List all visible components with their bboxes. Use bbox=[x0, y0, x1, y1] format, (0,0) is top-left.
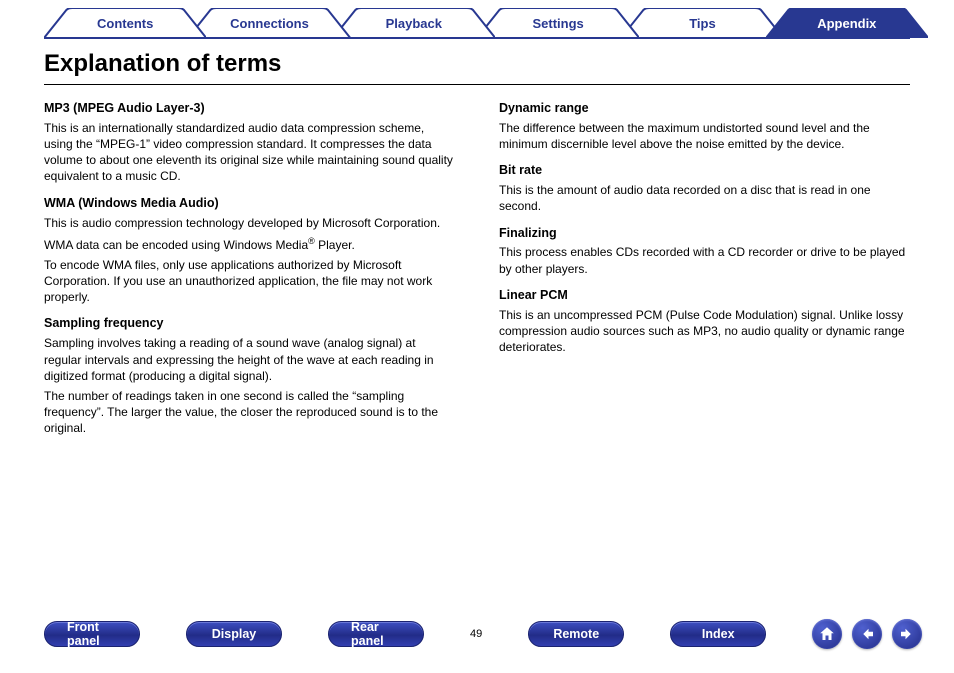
term-paragraph: The number of readings taken in one seco… bbox=[44, 388, 455, 437]
tab-playback[interactable]: Playback bbox=[333, 8, 495, 38]
left-column: MP3 (MPEG Audio Layer-3) This is an inter… bbox=[44, 100, 455, 440]
term-paragraph: WMA data can be encoded using Windows Me… bbox=[44, 235, 455, 253]
tab-label: Tips bbox=[621, 8, 783, 38]
term-title: Bit rate bbox=[499, 162, 910, 179]
tab-label: Appendix bbox=[766, 8, 928, 38]
home-icon[interactable] bbox=[812, 619, 842, 649]
term-paragraph: This is an internationally standardized … bbox=[44, 120, 455, 185]
term-paragraph: This is the amount of audio data recorde… bbox=[499, 182, 910, 214]
remote-button[interactable]: Remote bbox=[528, 621, 624, 647]
term-title: Dynamic range bbox=[499, 100, 910, 117]
term-title: WMA (Windows Media Audio) bbox=[44, 195, 455, 212]
tab-contents[interactable]: Contents bbox=[44, 8, 206, 38]
term-title: Finalizing bbox=[499, 225, 910, 242]
tab-connections[interactable]: Connections bbox=[188, 8, 350, 38]
display-button[interactable]: Display bbox=[186, 621, 282, 647]
tab-label: Connections bbox=[188, 8, 350, 38]
tab-label: Settings bbox=[477, 8, 639, 38]
bottom-left-pills: Front panel Display Rear panel bbox=[44, 621, 470, 647]
right-column: Dynamic range The difference between the … bbox=[499, 100, 910, 440]
top-tabs: ContentsConnectionsPlaybackSettingsTipsA… bbox=[44, 8, 910, 38]
tab-label: Playback bbox=[333, 8, 495, 38]
tab-tips[interactable]: Tips bbox=[621, 8, 783, 38]
nav-icons bbox=[812, 619, 922, 649]
term-paragraph: To encode WMA files, only use applicatio… bbox=[44, 257, 455, 306]
tab-label: Contents bbox=[44, 8, 206, 38]
tab-appendix[interactable]: Appendix bbox=[766, 8, 928, 38]
page-title: Explanation of terms bbox=[44, 50, 910, 85]
front-panel-button[interactable]: Front panel bbox=[44, 621, 140, 647]
index-button[interactable]: Index bbox=[670, 621, 766, 647]
term-paragraph: Sampling involves taking a reading of a … bbox=[44, 335, 455, 384]
term-paragraph: This is an uncompressed PCM (Pulse Code … bbox=[499, 307, 910, 356]
page-number: 49 bbox=[470, 628, 482, 640]
tab-settings[interactable]: Settings bbox=[477, 8, 639, 38]
term-title: Sampling frequency bbox=[44, 315, 455, 332]
term-title: MP3 (MPEG Audio Layer-3) bbox=[44, 100, 455, 117]
term-paragraph: This is audio compression technology dev… bbox=[44, 215, 455, 231]
rear-panel-button[interactable]: Rear panel bbox=[328, 621, 424, 647]
bottom-right-pills: Remote Index bbox=[528, 621, 812, 647]
arrow-left-icon[interactable] bbox=[852, 619, 882, 649]
bottom-bar: Front panel Display Rear panel 49 Remote In… bbox=[44, 617, 910, 651]
term-paragraph: The difference between the maximum undis… bbox=[499, 120, 910, 152]
term-title: Linear PCM bbox=[499, 287, 910, 304]
term-paragraph: This process enables CDs recorded with a… bbox=[499, 244, 910, 276]
arrow-right-icon[interactable] bbox=[892, 619, 922, 649]
content-columns: MP3 (MPEG Audio Layer-3) This is an inter… bbox=[44, 100, 910, 440]
